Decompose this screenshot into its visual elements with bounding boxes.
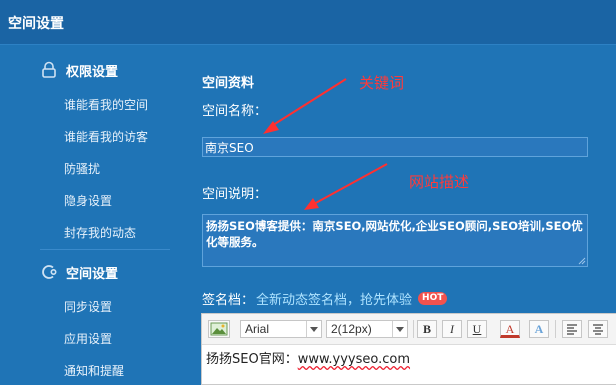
space-description-text: 扬扬SEO博客提供：南京SEO,网站优化,企业SEO顾问,SEO培训,SEO优化… bbox=[206, 219, 583, 249]
toolbar-divider bbox=[413, 320, 414, 338]
space-settings-icon bbox=[40, 263, 58, 281]
sidebar-item-app-settings[interactable]: 应用设置 bbox=[64, 330, 112, 347]
description-annotation: 网站描述 bbox=[409, 173, 470, 191]
sidebar-item-anti-harassment[interactable]: 防骚扰 bbox=[64, 160, 100, 177]
arrow-to-description-icon bbox=[304, 163, 388, 210]
editor-content-url: www.yyyseo.com bbox=[297, 352, 411, 367]
sidebar-section-label: 权限设置 bbox=[66, 64, 119, 80]
sidebar-item-invisible-settings[interactable]: 隐身设置 bbox=[64, 192, 112, 209]
editor-content[interactable]: 扬扬SEO官网：www.yyyseo.com bbox=[206, 348, 410, 367]
signature-editor[interactable]: Arial 2(12px) B I U A A 扬扬SEO官网：www.yyys… bbox=[201, 313, 616, 385]
underline-button[interactable]: U bbox=[467, 320, 487, 338]
align-left-icon bbox=[567, 324, 577, 335]
italic-button[interactable]: I bbox=[442, 320, 462, 338]
top-bar: 空间设置 bbox=[0, 0, 616, 45]
insert-image-button[interactable] bbox=[208, 320, 230, 338]
space-name-label: 空间名称： bbox=[202, 104, 268, 119]
chevron-down-icon bbox=[306, 321, 321, 337]
dynamic-signature-link[interactable]: 全新动态签名档，抢先体验 bbox=[256, 289, 412, 308]
sidebar-section-label: 空间设置 bbox=[66, 266, 119, 282]
sidebar-item-archive-activity[interactable]: 封存我的动态 bbox=[64, 224, 136, 241]
font-size-select[interactable]: 2(12px) bbox=[326, 320, 408, 338]
signature-row: 签名档： 全新动态签名档，抢先体验 HOT bbox=[202, 289, 448, 308]
arrow-to-name-icon bbox=[263, 78, 347, 134]
sidebar: 权限设置 谁能看我的空间 谁能看我的访客 防骚扰 隐身设置 封存我的动态 空间设… bbox=[0, 45, 180, 380]
resize-grip-icon[interactable] bbox=[578, 257, 586, 265]
sidebar-item-who-can-view-visitors[interactable]: 谁能看我的访客 bbox=[64, 128, 148, 145]
chevron-down-icon bbox=[392, 321, 407, 337]
align-left-button[interactable] bbox=[562, 320, 582, 338]
sidebar-section-permissions[interactable]: 权限设置 bbox=[40, 59, 118, 81]
page-title: 空间设置 bbox=[8, 16, 64, 32]
space-name-input[interactable]: 南京SEO bbox=[202, 137, 588, 157]
keyword-annotation: 关键词 bbox=[359, 74, 405, 92]
align-center-icon bbox=[593, 324, 603, 335]
space-description-textarea[interactable]: 扬扬SEO博客提供：南京SEO,网站优化,企业SEO顾问,SEO培训,SEO优化… bbox=[202, 214, 588, 267]
lock-icon bbox=[40, 61, 58, 79]
section-heading: 空间资料 bbox=[202, 76, 255, 91]
main-panel: 空间资料 空间名称： 南京SEO 空间说明： 扬扬SEO博客提供：南京SEO,网… bbox=[200, 45, 616, 385]
editor-toolbar: Arial 2(12px) B I U A A bbox=[202, 314, 616, 345]
space-description-label: 空间说明： bbox=[202, 187, 268, 202]
font-size-value: 2(12px) bbox=[331, 322, 372, 336]
toolbar-divider bbox=[555, 320, 556, 338]
sidebar-section-space-settings[interactable]: 空间设置 bbox=[40, 261, 118, 283]
hot-badge: HOT bbox=[418, 291, 448, 305]
sidebar-divider bbox=[40, 249, 170, 250]
highlight-button[interactable]: A bbox=[529, 320, 549, 338]
font-color-button[interactable]: A bbox=[500, 320, 520, 338]
sidebar-item-notifications[interactable]: 通知和提醒 bbox=[64, 362, 124, 379]
font-family-select[interactable]: Arial bbox=[240, 320, 322, 338]
sidebar-item-who-can-view-space[interactable]: 谁能看我的空间 bbox=[64, 96, 148, 113]
editor-content-prefix: 扬扬SEO官网： bbox=[206, 352, 298, 367]
sidebar-item-sync-settings[interactable]: 同步设置 bbox=[64, 298, 112, 315]
bold-button[interactable]: B bbox=[417, 320, 437, 338]
font-family-value: Arial bbox=[245, 322, 270, 336]
signature-label: 签名档： bbox=[202, 292, 255, 308]
image-icon bbox=[210, 322, 228, 336]
align-center-button[interactable] bbox=[588, 320, 608, 338]
